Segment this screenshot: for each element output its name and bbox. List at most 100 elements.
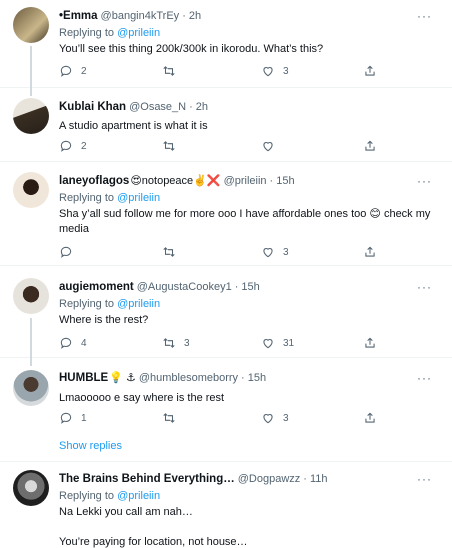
tweet-actions: 2	[59, 139, 429, 157]
timestamp[interactable]: 15h	[248, 371, 266, 386]
user-handle[interactable]: @AugustaCookey1	[137, 280, 232, 295]
reply-button[interactable]: 2	[59, 64, 87, 78]
reply-count: 2	[81, 65, 87, 77]
display-name[interactable]: HUMBLE	[59, 371, 108, 386]
reply-count: 2	[81, 140, 87, 152]
avatar[interactable]	[13, 98, 49, 134]
replies-feed: •Emma @bangin4kTrEy · 2h ··· Replying to…	[0, 0, 452, 548]
show-replies-link[interactable]: Show replies	[59, 440, 122, 452]
heart-icon	[263, 67, 273, 77]
reply-tweet[interactable]: Kublai Khan @Osase_N · 2h A studio apart…	[0, 88, 452, 162]
share-button[interactable]	[363, 245, 377, 259]
reply-button[interactable]: 4	[59, 336, 87, 350]
share-button[interactable]	[363, 64, 377, 78]
tweet-actions: 4 3 31	[59, 336, 429, 354]
reply-button[interactable]	[59, 245, 81, 259]
timestamp[interactable]: 2h	[189, 9, 201, 24]
tweet-header: HUMBLE 💡 ⚓ @humblesomeborry · 15h	[59, 371, 442, 386]
display-name[interactable]: •Emma	[59, 9, 98, 24]
retweet-button[interactable]: 3	[162, 336, 190, 350]
avatar[interactable]	[13, 278, 49, 314]
retweet-button[interactable]	[162, 139, 184, 153]
thread-line	[30, 88, 32, 96]
user-handle[interactable]: @humblesomeborry	[139, 371, 238, 386]
display-name[interactable]: laneyoflagos	[59, 174, 129, 189]
mention-link[interactable]: @prileiin	[117, 192, 160, 204]
more-options-icon[interactable]: ···	[417, 174, 432, 188]
user-handle[interactable]: @Dogpawzz	[238, 472, 301, 487]
replying-to: Replying to @prileiin	[59, 190, 442, 206]
user-handle[interactable]: @bangin4kTrEy	[101, 9, 180, 24]
mention-link[interactable]: @prileiin	[117, 27, 160, 39]
heart-icon	[263, 414, 273, 424]
replying-to: Replying to @prileiin	[59, 25, 442, 41]
like-button[interactable]	[261, 139, 283, 153]
retweet-button[interactable]	[162, 245, 184, 259]
tweet-actions: 1 3	[59, 411, 429, 429]
separator-dot: ·	[269, 175, 274, 187]
share-icon	[365, 140, 375, 151]
more-options-icon[interactable]: ···	[417, 371, 432, 385]
tweet-text-continued: You’re paying for location, not house…	[59, 536, 248, 548]
retweet-button[interactable]	[162, 64, 184, 78]
like-button[interactable]: 31	[261, 336, 294, 350]
reply-tweet[interactable]: HUMBLE 💡 ⚓ @humblesomeborry · 15h ··· Lma…	[0, 358, 452, 462]
more-options-icon[interactable]: ···	[417, 9, 432, 23]
share-button[interactable]	[363, 336, 377, 350]
avatar[interactable]	[13, 470, 49, 506]
display-name[interactable]: Kublai Khan	[59, 100, 126, 115]
name-emoji: 💡 ⚓	[109, 372, 136, 384]
avatar[interactable]	[13, 7, 49, 43]
like-button[interactable]: 3	[261, 245, 289, 259]
share-button[interactable]	[363, 139, 377, 153]
reply-button[interactable]: 2	[59, 139, 87, 153]
reply-tweet[interactable]: augiemoment @AugustaCookey1 · 15h ··· Re…	[0, 266, 452, 358]
avatar[interactable]	[13, 370, 49, 406]
tweet-text: Lmaooooo e say where is the rest	[59, 392, 225, 404]
tweet-header: The Brains Behind Everything… @Dogpawzz …	[59, 472, 442, 487]
thread-line	[30, 318, 32, 358]
timestamp[interactable]: 11h	[310, 472, 328, 487]
reply-count: 4	[81, 337, 87, 349]
reply-icon	[60, 65, 72, 77]
separator-dot: ·	[182, 10, 186, 22]
reply-tweet[interactable]: The Brains Behind Everything… @Dogpawzz …	[0, 462, 452, 548]
share-button[interactable]	[363, 411, 377, 425]
avatar[interactable]	[13, 172, 49, 208]
mention-link[interactable]: @prileiin	[117, 298, 160, 310]
user-handle[interactable]: @prileiin	[224, 174, 267, 189]
user-handle[interactable]: @Osase_N	[129, 100, 186, 115]
timestamp[interactable]: 2h	[196, 100, 208, 115]
replying-to-label: Replying to	[59, 490, 115, 502]
timestamp[interactable]: 15h	[241, 280, 259, 295]
retweet-button[interactable]	[162, 411, 184, 425]
like-button[interactable]: 3	[261, 64, 289, 78]
reply-count: 1	[81, 412, 87, 424]
like-button[interactable]: 3	[261, 411, 289, 425]
separator-dot: ·	[189, 101, 193, 113]
more-options-icon[interactable]: ···	[417, 280, 432, 294]
tweet-header: laneyoflagos 😍notopeace✌️❌ @prileiin · 15…	[59, 174, 442, 189]
more-options-icon[interactable]: ···	[417, 472, 432, 486]
display-name[interactable]: augiemoment	[59, 280, 134, 295]
retweet-icon	[163, 247, 175, 257]
share-icon	[365, 65, 375, 76]
replying-to-label: Replying to	[59, 27, 115, 39]
mention-link[interactable]: @prileiin	[117, 490, 160, 502]
separator-dot: ·	[303, 473, 307, 485]
replying-to: Replying to @prileiin	[59, 488, 442, 504]
reply-button[interactable]: 1	[59, 411, 87, 425]
tweet-text: Where is the rest?	[59, 314, 149, 326]
reply-tweet[interactable]: laneyoflagos 😍notopeace✌️❌ @prileiin · 15…	[0, 162, 452, 266]
replying-to-label: Replying to	[59, 298, 115, 310]
like-count: 3	[283, 412, 289, 424]
display-name[interactable]: The Brains Behind Everything…	[59, 472, 235, 487]
tweet-actions: 2 3	[59, 64, 429, 82]
reply-tweet[interactable]: •Emma @bangin4kTrEy · 2h ··· Replying to…	[0, 0, 452, 88]
thread-line	[30, 46, 32, 88]
timestamp[interactable]: 15h	[276, 174, 294, 189]
reply-icon	[60, 246, 72, 258]
retweet-icon	[163, 141, 175, 151]
retweet-count: 3	[184, 337, 190, 349]
retweet-icon	[163, 413, 175, 423]
